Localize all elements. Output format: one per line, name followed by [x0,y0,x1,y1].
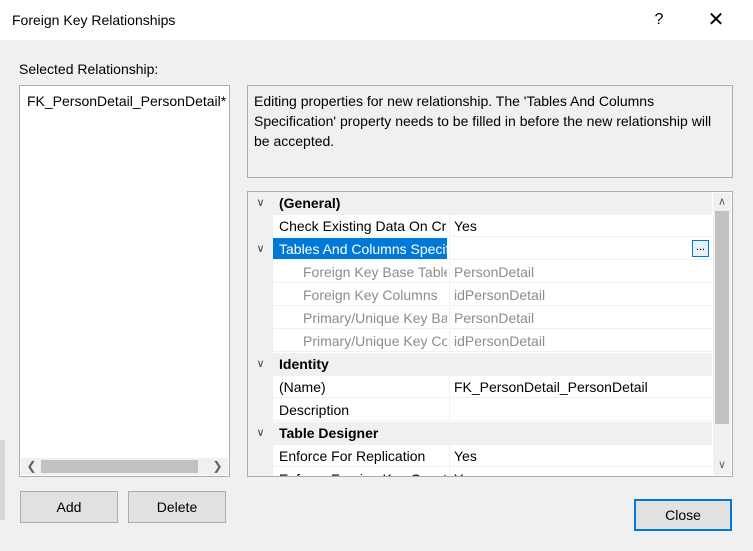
scroll-left-icon[interactable]: ❮ [23,458,40,475]
property-value[interactable]: Yes [449,468,712,476]
property-name: Check Existing Data On Creation Or Re-En… [273,215,447,237]
property-name: (Name) [273,376,447,398]
property-name: Primary/Unique Key Base Table [273,307,447,329]
collapse-chevron-icon[interactable]: ∨ [248,192,273,215]
property-name: Enforce Foreign Key Constraint [273,468,447,476]
horizontal-scroll-thumb[interactable] [41,460,198,473]
property-value: PersonDetail [449,307,712,329]
collapse-chevron-icon[interactable]: ∨ [248,422,273,445]
category-label: Identity [279,356,329,372]
property-value[interactable]: FK_PersonDetail_PersonDetail [449,376,712,398]
close-window-icon[interactable]: ✕ [698,6,734,34]
property-name: Primary/Unique Key Columns [273,330,447,352]
property-enforce-foreign-key-constraint[interactable]: Enforce Foreign Key Constraint Yes [248,468,712,476]
vertical-scroll-thumb[interactable] [715,211,729,424]
vertical-scrollbar[interactable]: ∧ ∨ [713,193,731,475]
property-tables-and-columns-specification[interactable]: ∨ Tables And Columns Specification ... [248,238,712,261]
property-description[interactable]: Description [248,399,712,422]
property-value[interactable] [449,238,712,260]
property-grid[interactable]: ∨ (General) Check Existing Data On Creat… [247,191,733,477]
property-value[interactable]: Yes [449,215,712,237]
category-general[interactable]: ∨ (General) [248,192,712,215]
property-name: Enforce For Replication [273,445,447,467]
category-label: (General) [279,195,341,211]
collapse-chevron-icon[interactable]: ∨ [248,353,273,376]
title-bar: Foreign Key Relationships ? ✕ [0,0,753,40]
ellipsis-button[interactable]: ... [692,240,709,257]
property-foreign-key-columns[interactable]: Foreign Key Columns idPersonDetail [248,284,712,307]
scroll-up-icon[interactable]: ∧ [713,194,731,211]
background-window-edge [0,440,5,520]
property-name: Description [273,399,447,421]
selected-relationship-label: Selected Relationship: [19,61,159,77]
relationship-list-item[interactable]: FK_PersonDetail_PersonDetail* [27,93,226,109]
property-value: idPersonDetail [449,284,712,306]
description-box: Editing properties for new relationship.… [247,85,733,178]
property-value[interactable] [449,399,712,421]
property-name-field[interactable]: (Name) FK_PersonDetail_PersonDetail [248,376,712,399]
property-value: idPersonDetail [449,330,712,352]
property-value: PersonDetail [449,261,712,283]
scroll-down-icon[interactable]: ∨ [713,457,731,474]
property-check-existing-data[interactable]: Check Existing Data On Creation Or Re-En… [248,215,712,238]
close-button[interactable]: Close [634,499,732,531]
property-name: Tables And Columns Specification [273,238,447,260]
relationship-list[interactable]: FK_PersonDetail_PersonDetail* ❮ ❯ [19,85,230,477]
property-enforce-for-replication[interactable]: Enforce For Replication Yes [248,445,712,468]
category-table-designer[interactable]: ∨ Table Designer [248,422,712,445]
property-foreign-key-base-table[interactable]: Foreign Key Base Table PersonDetail [248,261,712,284]
scroll-right-icon[interactable]: ❯ [209,458,226,475]
foreign-key-relationships-dialog: Foreign Key Relationships ? ✕ Selected R… [0,0,753,551]
collapse-chevron-icon[interactable]: ∨ [248,238,273,261]
delete-button[interactable]: Delete [128,491,226,523]
dialog-title: Foreign Key Relationships [12,12,176,28]
category-identity[interactable]: ∨ Identity [248,353,712,376]
help-button[interactable]: ? [644,6,674,34]
property-value[interactable]: Yes [449,445,712,467]
property-primary-unique-key-columns[interactable]: Primary/Unique Key Columns idPersonDetai… [248,330,712,353]
horizontal-scrollbar[interactable]: ❮ ❯ [21,458,228,475]
category-label: Table Designer [279,425,379,441]
property-name: Foreign Key Columns [273,284,447,306]
property-name: Foreign Key Base Table [273,261,447,283]
add-button[interactable]: Add [20,491,118,523]
property-primary-unique-key-base-table[interactable]: Primary/Unique Key Base Table PersonDeta… [248,307,712,330]
